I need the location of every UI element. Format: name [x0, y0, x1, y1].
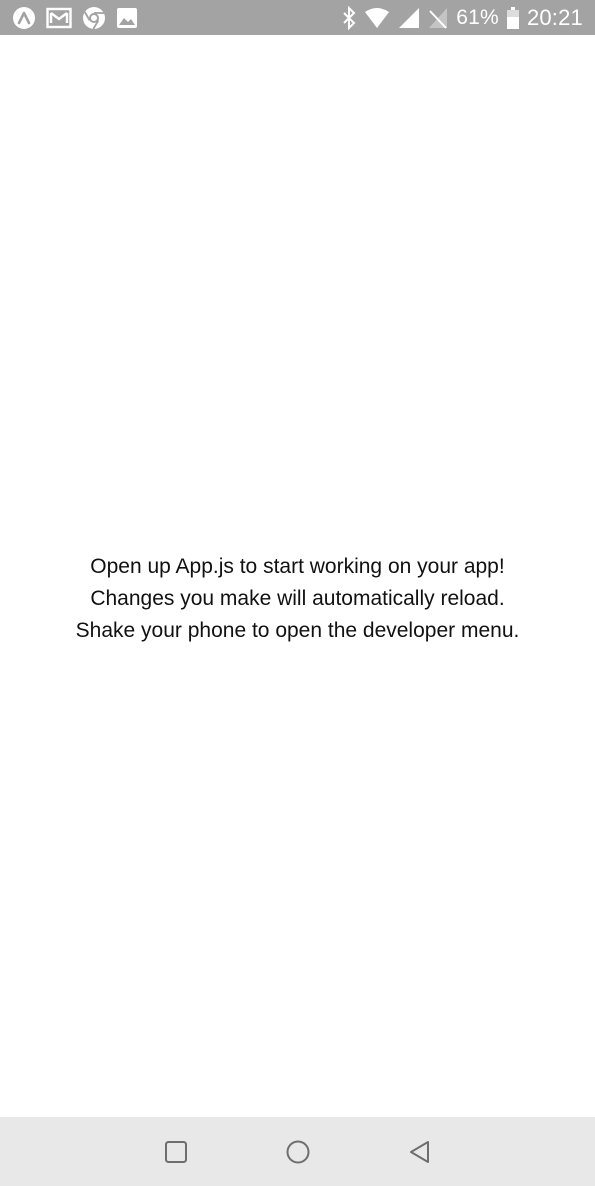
bluetooth-icon	[342, 5, 356, 30]
chrome-icon	[82, 6, 106, 30]
signal-icon	[398, 7, 420, 29]
notification-icons	[12, 0, 148, 35]
app-screen: Open up App.js to start working on your …	[0, 35, 595, 1117]
gallery-icon	[116, 7, 138, 29]
no-sim-icon	[428, 7, 448, 29]
home-button[interactable]	[268, 1122, 328, 1182]
recent-apps-button[interactable]	[146, 1122, 206, 1182]
expo-icon	[12, 6, 36, 30]
message-line-1: Open up App.js to start working on your …	[90, 555, 505, 578]
message-line-3: Shake your phone to open the developer m…	[75, 619, 520, 642]
home-icon	[286, 1140, 309, 1163]
status-bar: 61% 20:21	[0, 0, 595, 35]
back-icon	[409, 1140, 429, 1163]
message-line-2: Changes you make will automatically relo…	[90, 587, 505, 610]
system-indicators: 61% 20:21	[334, 0, 583, 35]
recent-apps-icon	[164, 1140, 187, 1163]
welcome-message: Open up App.js to start working on your …	[76, 551, 520, 647]
battery-icon	[506, 6, 519, 29]
gmail-icon	[46, 7, 72, 29]
battery-percent: 61%	[456, 5, 499, 29]
clock: 20:21	[526, 4, 583, 30]
wifi-icon	[364, 7, 390, 29]
back-button[interactable]	[390, 1122, 450, 1182]
navigation-bar	[0, 1117, 595, 1186]
